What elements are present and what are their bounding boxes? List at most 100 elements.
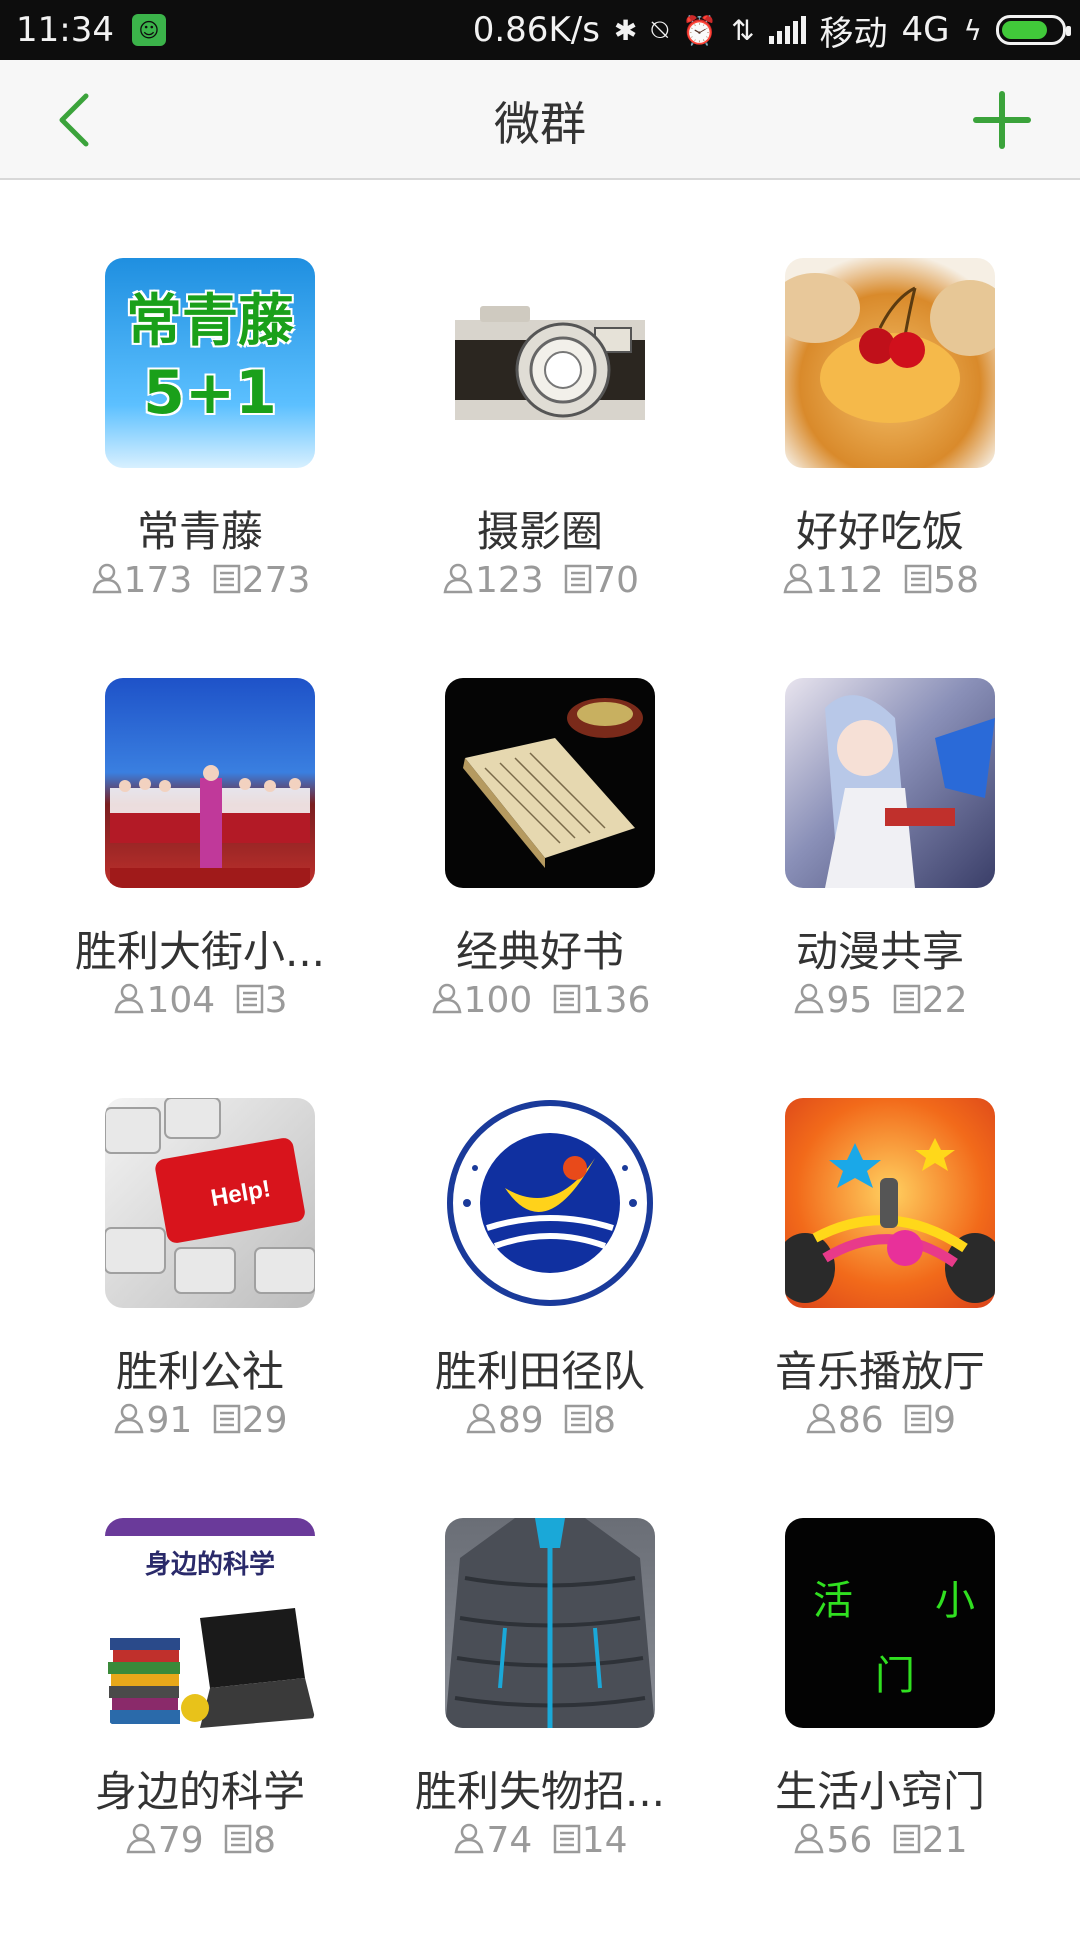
neon-char-3: 门 (875, 1653, 915, 1699)
post-count: 22 (921, 980, 968, 1021)
data-transfer-icon: ⇅ (731, 13, 755, 47)
group-name: 常青藤 (136, 507, 263, 556)
member-count: 100 (463, 980, 533, 1021)
posts-icon (893, 984, 920, 1014)
members-icon (126, 1823, 156, 1854)
posts-icon (904, 1404, 932, 1434)
group-thumbnail (785, 678, 995, 888)
member-count: 104 (146, 980, 216, 1021)
group-card[interactable]: 胜利大街小... 104 3 (30, 678, 370, 1098)
member-count: 56 (826, 1820, 873, 1861)
group-thumbnail (785, 258, 995, 468)
group-stats: 89 8 (370, 1400, 710, 1441)
member-count: 173 (123, 560, 193, 601)
group-name: 摄影圈 (476, 507, 603, 556)
member-count: 91 (146, 1400, 193, 1441)
group-name: 胜利失物招... (414, 1767, 666, 1816)
group-name: 生活小窍门 (774, 1767, 985, 1816)
bluetooth-icon: ✱ (613, 13, 638, 47)
post-count: 273 (241, 560, 311, 601)
group-thumbnail: 常青藤 5+1 (105, 258, 315, 468)
carrier-label: 移动 (819, 13, 888, 54)
group-thumbnail (445, 678, 655, 888)
thumb-text-line2: 5+1 (143, 358, 277, 428)
members-icon (432, 983, 462, 1014)
group-name: 胜利公社 (115, 1347, 284, 1396)
group-name: 胜利田径队 (434, 1347, 645, 1396)
group-card[interactable]: 胜利田径队 89 8 (370, 1098, 710, 1518)
post-count: 8 (253, 1820, 277, 1861)
posts-icon (213, 1404, 240, 1434)
group-name: 音乐播放厅 (774, 1347, 985, 1396)
posts-icon (553, 984, 580, 1014)
members-icon (114, 1403, 144, 1434)
group-stats: 74 14 (370, 1820, 710, 1861)
group-name: 经典好书 (455, 927, 624, 976)
members-icon (794, 983, 824, 1014)
signal-icon (768, 16, 806, 44)
member-count: 123 (475, 560, 544, 601)
member-count: 112 (815, 560, 884, 601)
posts-icon (564, 1404, 592, 1434)
members-icon (114, 983, 144, 1014)
group-stats: 173 273 (30, 560, 370, 601)
group-stats: 86 9 (710, 1400, 1050, 1441)
post-count: 70 (593, 560, 639, 601)
group-stats: 104 3 (30, 980, 370, 1021)
neon-char-1: 活 (813, 1578, 853, 1624)
group-thumbnail (785, 1098, 995, 1308)
neon-char-2: 小 (935, 1578, 975, 1624)
group-card[interactable]: 身边的科学 身边的科学 79 8 (30, 1518, 370, 1938)
group-thumbnail (445, 258, 655, 468)
post-count: 3 (264, 980, 288, 1021)
members-icon (806, 1403, 836, 1434)
posts-icon (236, 984, 263, 1014)
battery-icon (996, 15, 1071, 45)
plus-icon (973, 91, 1031, 149)
group-card[interactable]: 音乐播放厅 86 9 (710, 1098, 1050, 1518)
group-thumbnail: Help! (105, 1098, 315, 1308)
group-card[interactable]: 动漫共享 95 22 (710, 678, 1050, 1098)
group-name: 好好吃饭 (795, 507, 964, 556)
member-count: 86 (837, 1400, 884, 1441)
group-name: 动漫共享 (795, 927, 964, 976)
status-bar: 11:34 ☺ 0.86K/s ✱ ⍉ ⏰ ⇅ 移动 4G ϟ (0, 0, 1080, 60)
members-icon (454, 1823, 484, 1854)
group-stats: 79 8 (30, 1820, 370, 1861)
group-card[interactable]: 常青藤 5+1 常青藤 173 273 (30, 258, 370, 678)
posts-icon (564, 564, 592, 594)
group-stats: 91 29 (30, 1400, 370, 1441)
navigation-bar: 微群 (0, 60, 1080, 180)
group-card[interactable]: 胜利失物招... 74 14 (370, 1518, 710, 1938)
group-card[interactable]: 经典好书 100 136 (370, 678, 710, 1098)
alarm-icon: ⏰ (682, 13, 718, 47)
group-stats: 123 70 (370, 560, 710, 601)
status-time: 11:34 (16, 10, 114, 50)
member-count: 89 (497, 1400, 544, 1441)
post-count: 8 (593, 1400, 617, 1441)
posts-icon (213, 564, 240, 594)
group-name: 胜利大街小... (74, 927, 326, 976)
members-icon (466, 1403, 496, 1434)
posts-icon (904, 564, 932, 594)
members-icon (443, 563, 473, 594)
group-card[interactable]: 摄影圈 123 70 (370, 258, 710, 678)
thumb-text-line1: 常青藤 (126, 289, 294, 354)
robot-notification-icon: ☺ (131, 14, 166, 46)
group-card[interactable]: 好好吃饭 112 58 (710, 258, 1050, 678)
post-count: 136 (581, 980, 651, 1021)
group-card[interactable]: 活 小 门 生活小窍门 56 21 (710, 1518, 1050, 1938)
member-count: 79 (157, 1820, 204, 1861)
group-name: 身边的科学 (94, 1767, 305, 1816)
member-count: 95 (826, 980, 873, 1021)
group-thumbnail (105, 678, 315, 888)
group-thumbnail: 身边的科学 (105, 1518, 315, 1728)
add-group-button[interactable] (972, 90, 1032, 150)
group-thumbnail (445, 1098, 655, 1308)
page-title: 微群 (494, 97, 586, 151)
group-thumbnail: 活 小 门 (785, 1518, 995, 1728)
post-count: 29 (241, 1400, 288, 1441)
group-card[interactable]: Help! 胜利公社 91 29 (30, 1098, 370, 1518)
network-type: 4G (901, 10, 950, 50)
group-thumbnail (445, 1518, 655, 1728)
